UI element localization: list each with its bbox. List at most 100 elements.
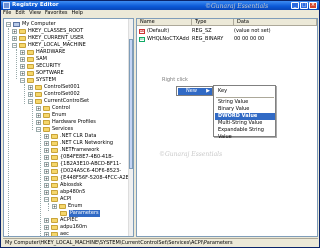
tree-node-label: SAM [36,56,48,62]
context-menu-new[interactable]: New ▶ [178,88,212,95]
tree-node[interactable]: − Services [36,126,73,133]
expand-icon[interactable]: + [44,134,49,139]
maximize-button[interactable]: □ [300,2,308,9]
title-bar[interactable]: Registry Editor _ □ × [1,1,319,10]
expand-icon[interactable]: + [44,141,49,146]
tree-node[interactable]: + HKEY_CLASSES_ROOT [12,28,83,35]
folder-icon [59,204,66,209]
tree-node[interactable]: − HKEY_LOCAL_MACHINE [12,42,86,49]
tree-node[interactable]: − ACPI [44,196,71,203]
expand-icon[interactable]: + [44,225,49,230]
tree-node[interactable]: + ControlSet002 [28,91,80,98]
expand-icon[interactable]: + [36,113,41,118]
registry-app-icon [3,2,10,9]
tree-node[interactable]: + .NETFramework [44,147,99,154]
expand-icon[interactable]: + [44,232,49,236]
close-button[interactable]: × [309,2,317,9]
collapse-icon[interactable]: − [44,197,49,202]
tree-node[interactable]: + adpu160m [44,224,87,231]
registry-tree-pane[interactable]: − My Computer + HKEY_CLASSES_ROOT + HKEY_CURR… [3,18,134,237]
folder-icon [51,155,58,160]
expand-icon[interactable]: + [44,176,49,181]
tree-node[interactable]: + Abiosdsk [44,182,82,189]
column-header-name[interactable]: Name [137,19,192,26]
expand-icon[interactable]: + [20,71,25,76]
expand-icon[interactable]: + [20,50,25,55]
expand-icon[interactable]: + [28,92,33,97]
expand-icon[interactable]: + [44,155,49,160]
value-row[interactable]: 01 WHQLNoCTXAdd REG_BINARY 00 00 00 00 [137,36,304,43]
tree-node[interactable]: + .NET CLR Data [44,133,96,140]
right-click-hint: Right click [162,77,188,83]
tree-node-label: Enum [52,112,67,118]
scrollbar-thumb[interactable] [129,39,133,169]
tree-node[interactable]: + HARDWARE [20,49,65,56]
expand-icon[interactable]: + [36,120,41,125]
tree-node-label: {D024A5C6-4DF6-8523- [60,168,122,174]
tree-node[interactable]: − CurrentControlSet [28,98,89,105]
tree-node[interactable]: + SECURITY [20,63,61,70]
expand-icon[interactable]: + [12,36,17,41]
submenu-item-string-value[interactable]: String Value [215,99,275,106]
folder-icon [35,99,42,104]
tree-node-label: Hardware Profiles [52,119,96,125]
collapse-icon[interactable]: − [12,43,17,48]
expand-icon[interactable]: + [28,85,33,90]
tree-node[interactable]: + Hardware Profiles [36,119,96,126]
binary-value-icon: 01 [139,37,145,42]
tree-node[interactable]: + Control [36,105,70,112]
expand-icon[interactable]: + [52,204,57,209]
tree-node[interactable]: + {E448F56F-5208-4FCC-A2E4- [44,175,133,182]
collapse-icon[interactable]: − [28,99,33,104]
collapse-icon[interactable]: − [20,78,25,83]
tree-node-label: Enum [68,203,83,209]
tree-node[interactable]: + abp480n5 [44,189,85,196]
menu-help[interactable]: Help [72,10,83,17]
tree-node[interactable]: + aec [44,231,69,236]
submenu-item-multi-string-value[interactable]: Multi-String Value [215,120,275,127]
expand-icon[interactable]: + [44,148,49,153]
expand-icon[interactable]: + [44,162,49,167]
expand-icon[interactable]: + [20,57,25,62]
expand-icon[interactable]: + [44,218,49,223]
tree-node[interactable]: + ACPIEC [44,217,78,224]
value-type: REG_BINARY [192,36,224,42]
column-header-type[interactable]: Type [192,19,234,26]
expand-icon[interactable]: + [20,64,25,69]
submenu-item-expandable-string-value[interactable]: Expandable String Value [215,127,275,140]
menu-favorites[interactable]: Favorites [45,10,68,17]
tree-node[interactable]: − SYSTEM [20,77,56,84]
menu-file[interactable]: File [3,10,11,17]
minimize-button[interactable]: _ [291,2,299,9]
tree-node[interactable]: + {1B2A3E10-ABCD-BF11- [44,161,121,168]
tree-node[interactable]: + SAM [20,56,47,63]
window-title: Registry Editor [12,2,59,8]
collapse-icon[interactable]: − [36,127,41,132]
expand-icon[interactable]: + [44,183,49,188]
tree-node[interactable]: Parameters [60,210,100,217]
tree-node[interactable]: + .NET CLR Networking [44,140,113,147]
menu-view[interactable]: View [29,10,41,17]
tree-node-label: Services [52,126,74,132]
tree-node[interactable]: + HKEY_CURRENT_USER [12,35,84,42]
folder-icon [51,225,58,230]
tree-scrollbar[interactable] [128,19,133,236]
expand-icon[interactable]: + [44,190,49,195]
submenu-item-dword-value[interactable]: DWORD Value [215,113,275,120]
expand-icon[interactable]: + [12,29,17,34]
tree-node[interactable]: + Enum [36,112,66,119]
tree-node[interactable]: − My Computer [6,21,56,28]
collapse-icon[interactable]: − [6,22,11,27]
tree-node[interactable]: + {D024A5C6-4DF6-8523- [44,168,121,175]
menu-edit[interactable]: Edit [15,10,25,17]
column-header-data[interactable]: Data [234,19,317,26]
expand-icon[interactable]: + [44,169,49,174]
tree-node[interactable]: + SOFTWARE [20,70,64,77]
value-row[interactable]: ab (Default) REG_SZ (value not set) [137,28,304,35]
submenu-item-binary-value[interactable]: Binary Value [215,106,275,113]
submenu-item-key[interactable]: Key [215,88,275,95]
tree-node[interactable]: + Enum [52,203,82,210]
tree-node[interactable]: + {0B4FE8E7-4B0-41B- [44,154,114,161]
expand-icon[interactable]: + [36,106,41,111]
tree-node[interactable]: + ControlSet001 [28,84,80,91]
